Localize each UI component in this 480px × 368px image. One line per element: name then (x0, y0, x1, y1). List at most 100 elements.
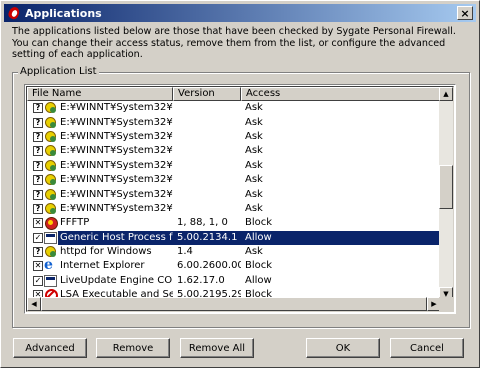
version-cell: 1, 88, 1, 0 (177, 217, 228, 229)
horizontal-scroll-thumb[interactable] (41, 297, 427, 311)
access-checkbox[interactable]: ? (33, 131, 43, 142)
access-checkbox[interactable]: ? (33, 160, 43, 171)
table-row[interactable]: ? E:¥WINNT¥System32¥WI... Ask (27, 202, 441, 216)
file-name-text: FFFTP (60, 217, 90, 229)
list-rows: ? E:¥WINNT¥System32¥mq... Ask? E:¥WINNT¥Sys… (27, 101, 441, 301)
sygate-flame-icon (6, 5, 22, 21)
description-text: The applications listed below are those … (12, 26, 456, 60)
remove-all-button[interactable]: Remove All (180, 338, 254, 358)
file-name-cell: ? E:¥WINNT¥System32¥sn... (27, 130, 173, 144)
access-cell: Ask (245, 116, 263, 128)
table-row[interactable]: ✕ FFFTP 1, 88, 1, 0 Block (27, 216, 441, 231)
file-name-text: E:¥WINNT¥System32¥Wi... (60, 188, 173, 200)
table-row[interactable]: ? E:¥WINNT¥System32¥ter... Ask (27, 144, 441, 158)
table-row[interactable]: ? E:¥WINNT¥System32¥sn... Ask (27, 130, 441, 144)
file-name-text: E:¥WINNT¥System32¥WI... (60, 202, 173, 214)
file-name-cell: ✓ Generic Host Process fo... (27, 230, 173, 245)
version-cell (173, 101, 241, 115)
gear-app-icon (44, 145, 57, 157)
gear-app-icon (44, 202, 57, 215)
ffftp-app-icon (44, 217, 58, 231)
file-name-text: E:¥WINNT¥System32¥Wi... (60, 159, 173, 171)
scroll-up-icon[interactable]: ▲ (439, 87, 453, 101)
table-row[interactable]: ? E:¥WINNT¥System32¥Wi... Ask (27, 173, 441, 187)
ie-app-icon (44, 259, 57, 273)
file-name-cell: ? E:¥WINNT¥System32¥Wi... (27, 159, 173, 173)
column-header-access[interactable]: Access (241, 87, 441, 101)
vertical-scrollbar[interactable]: ▲ ▼ (439, 87, 453, 301)
file-name-text: Generic Host Process fo... (58, 230, 173, 245)
access-cell: Block (245, 260, 273, 272)
access-cell: Allow (241, 230, 441, 245)
access-checkbox[interactable]: ✓ (33, 275, 43, 286)
gear-app-icon (44, 116, 57, 129)
access-checkbox[interactable]: ? (33, 203, 43, 214)
file-name-text: E:¥WINNT¥System32¥mq... (60, 102, 173, 114)
title-bar[interactable]: Applications × (4, 4, 476, 22)
file-name-cell: ✕ Internet Explorer (27, 259, 173, 273)
table-row[interactable]: ✕ Internet Explorer 6.00.2600.00... Block (27, 259, 441, 273)
table-row[interactable]: ? E:¥WINNT¥System32¥ntf... Ask (27, 115, 441, 129)
file-name-text: httpd for Windows (60, 246, 152, 258)
access-cell: Ask (245, 188, 263, 200)
exe-app-icon (44, 274, 57, 287)
file-name-text: E:¥WINNT¥System32¥Wi... (60, 174, 173, 186)
access-checkbox[interactable]: ? (33, 117, 43, 128)
file-name-text: Internet Explorer (60, 260, 145, 272)
file-name-cell: ? E:¥WINNT¥System32¥ter... (27, 144, 173, 158)
advanced-button[interactable]: Advanced (13, 338, 87, 358)
access-checkbox[interactable]: ? (33, 175, 43, 186)
access-cell: Allow (245, 274, 272, 286)
close-button[interactable]: × (457, 6, 473, 20)
version-cell (173, 116, 241, 130)
table-row[interactable]: ? httpd for Windows 1.4 Ask (27, 245, 441, 259)
access-cell: Ask (245, 145, 263, 157)
access-checkbox[interactable]: ✕ (33, 218, 43, 229)
gear-app-icon (44, 130, 57, 143)
file-name-cell: ? E:¥WINNT¥System32¥mq... (27, 101, 173, 115)
table-row[interactable]: ? E:¥WINNT¥System32¥Wi... Ask (27, 159, 441, 173)
access-checkbox[interactable]: ? (33, 247, 43, 258)
version-cell: 6.00.2600.00... (177, 260, 241, 272)
gear-app-icon (44, 174, 57, 186)
gear-app-icon (44, 102, 57, 114)
file-name-text: LiveUpdate Engine COM... (60, 274, 173, 286)
table-row[interactable]: ✓ LiveUpdate Engine COM... 1.62.17.0 Allow (27, 274, 441, 288)
window-title: Applications (25, 6, 102, 20)
version-cell (173, 159, 241, 173)
table-row[interactable]: ✓ Generic Host Process fo...5.00.2134.1Al… (27, 230, 441, 245)
gear-app-icon (44, 159, 57, 172)
exe-app-icon (44, 231, 57, 244)
remove-button[interactable]: Remove (96, 338, 170, 358)
access-checkbox[interactable]: ✓ (33, 232, 43, 243)
file-name-cell: ? E:¥WINNT¥System32¥WI... (27, 202, 173, 216)
access-cell: Ask (245, 246, 263, 258)
file-name-cell: ✓ LiveUpdate Engine COM... (27, 274, 173, 288)
access-checkbox[interactable]: ? (33, 146, 43, 157)
access-checkbox[interactable]: ? (33, 189, 43, 200)
vertical-scroll-thumb[interactable] (439, 165, 453, 209)
version-cell (173, 188, 241, 202)
gear-app-icon (44, 246, 57, 258)
file-name-cell: ? E:¥WINNT¥System32¥Wi... (27, 173, 173, 187)
file-name-text: E:¥WINNT¥System32¥ter... (60, 145, 173, 157)
access-checkbox[interactable]: ? (33, 103, 43, 114)
column-header-file-name[interactable]: File Name (27, 87, 173, 101)
version-cell (173, 202, 241, 216)
table-row[interactable]: ? E:¥WINNT¥System32¥mq... Ask (27, 101, 441, 115)
file-name-cell: ? httpd for Windows (27, 245, 173, 259)
scroll-left-icon[interactable]: ◀ (27, 297, 41, 311)
application-list[interactable]: File Name Version Access ? E:¥WINNT¥Syste… (24, 84, 456, 314)
access-cell: Ask (245, 159, 263, 171)
version-cell: 1.62.17.0 (177, 274, 225, 286)
version-cell: 1.4 (177, 246, 193, 258)
access-checkbox[interactable]: ✕ (33, 261, 43, 272)
gear-app-icon (44, 188, 57, 201)
horizontal-scrollbar[interactable]: ◀ ▶ (27, 297, 441, 311)
ok-button[interactable]: OK (306, 338, 380, 358)
column-header-version[interactable]: Version (173, 87, 241, 101)
table-row[interactable]: ? E:¥WINNT¥System32¥Wi... Ask (27, 187, 441, 201)
cancel-button[interactable]: Cancel (390, 338, 464, 358)
file-name-cell: ? E:¥WINNT¥System32¥Wi... (27, 188, 173, 202)
scrollbar-corner (439, 297, 453, 311)
